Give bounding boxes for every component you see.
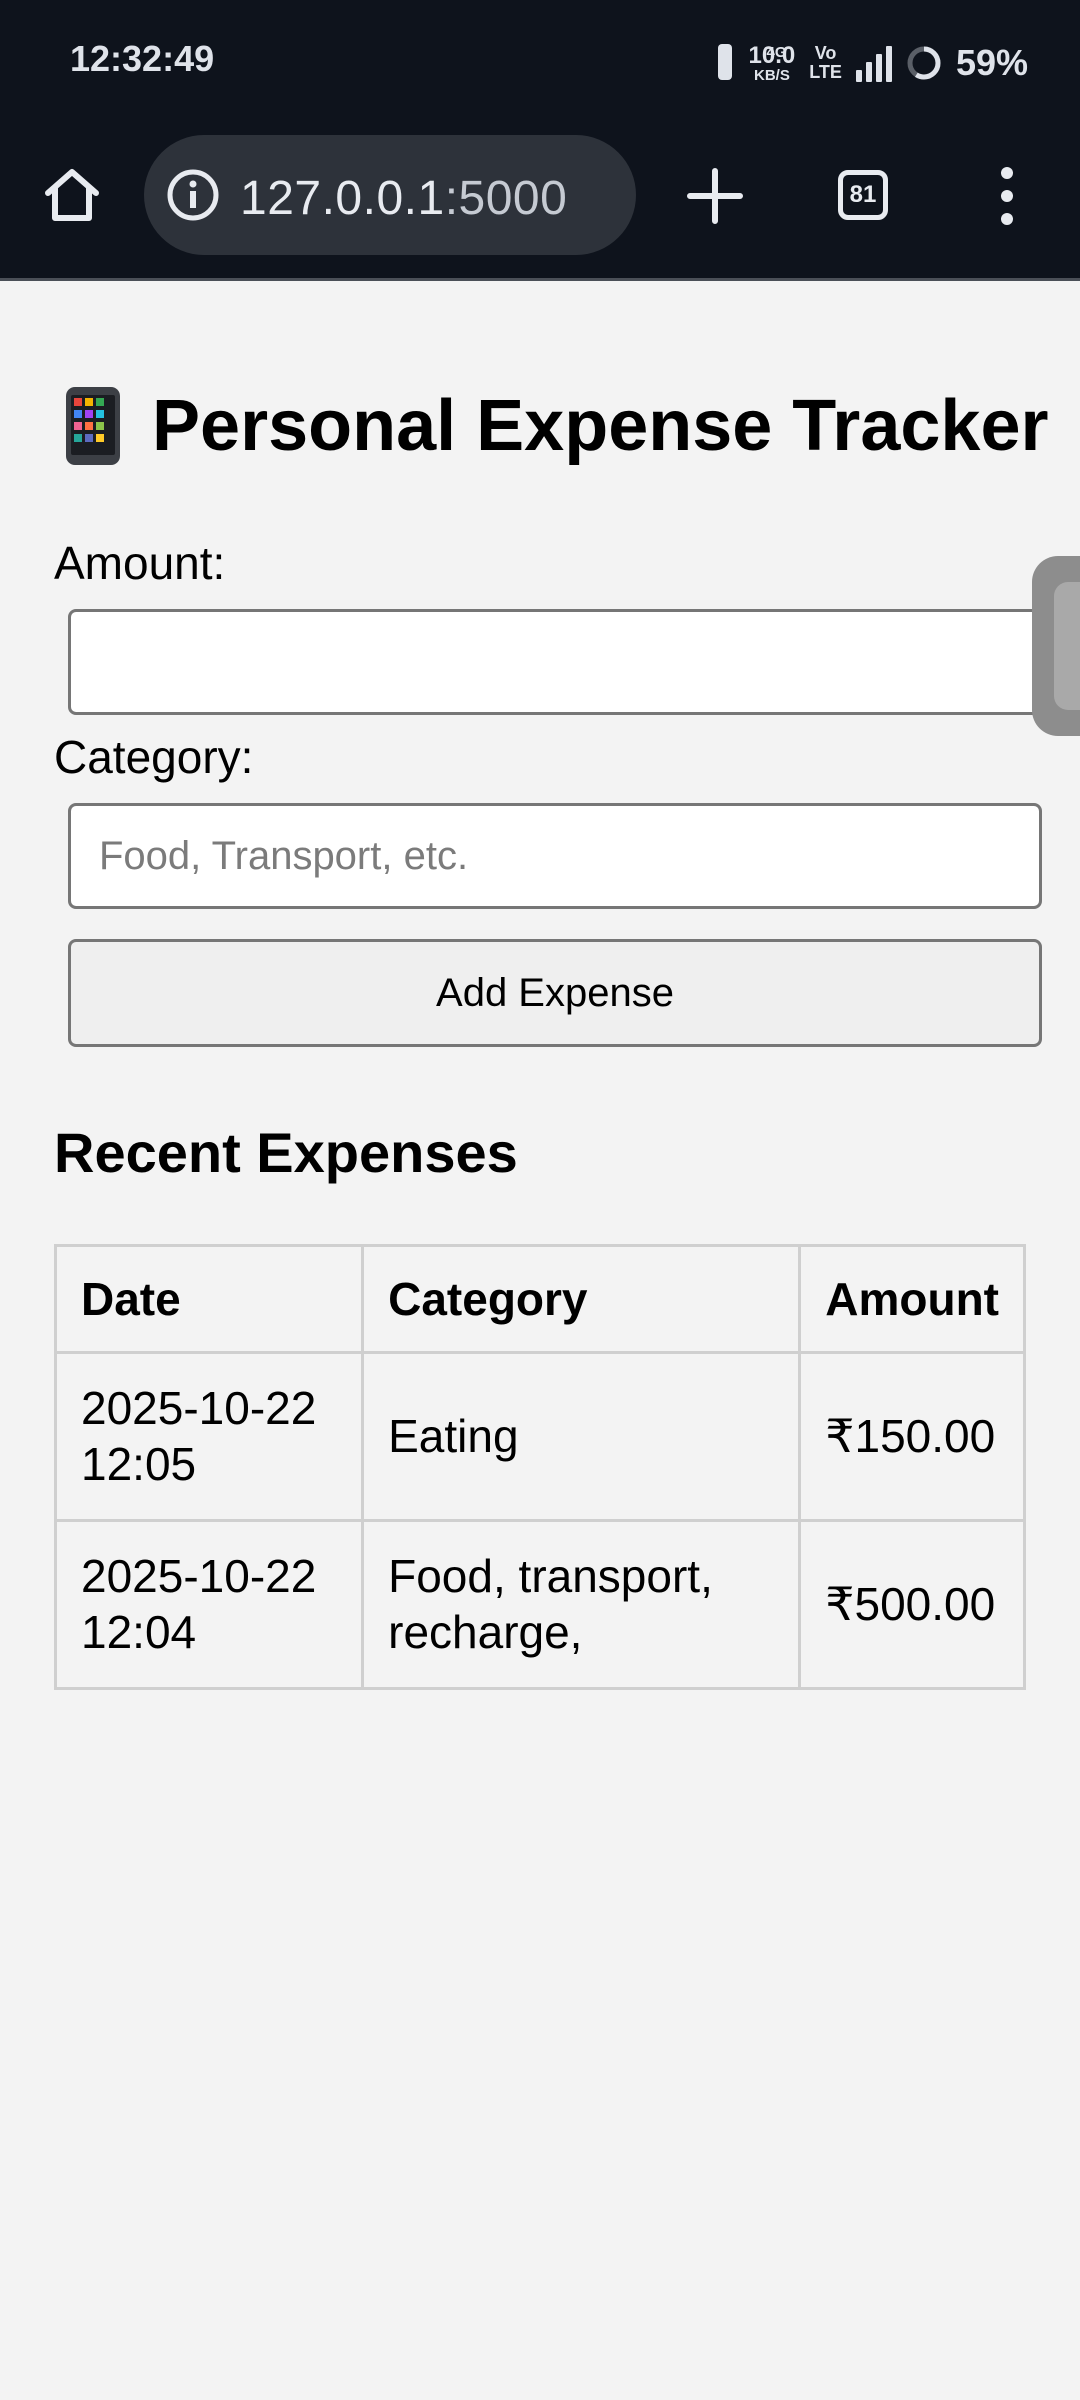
battery-percent: 59% <box>955 42 1028 83</box>
volte-top: Vo <box>814 43 837 64</box>
cell-date: 2025-10-22 12:04 <box>53 1519 365 1690</box>
volte-indicator: Vo LTE <box>809 44 842 82</box>
address-bar[interactable]: 127.0.0.1:5000 <box>144 135 636 255</box>
tab-switcher-button[interactable]: 81 <box>838 170 888 220</box>
table-row: 2025-10-22 12:04 Food, transport, rechar… <box>53 1519 1026 1690</box>
column-header-category: Category <box>361 1244 802 1354</box>
status-bar: 12:32:49 10.0 KB/S Vo LTE 4G 59% <box>0 0 1080 125</box>
info-icon[interactable] <box>166 168 220 222</box>
volte-bottom: LTE <box>809 62 842 82</box>
category-label: Category: <box>54 731 254 783</box>
url-host: 127.0.0.1 <box>240 172 445 225</box>
add-expense-button[interactable]: Add Expense <box>68 939 1042 1047</box>
column-header-date: Date <box>53 1244 365 1354</box>
more-vert-icon[interactable] <box>996 163 1018 229</box>
url-port: :5000 <box>444 172 568 225</box>
battery-icon <box>907 46 941 80</box>
edge-panel-handle[interactable] <box>1032 556 1080 736</box>
table-header-row: Date Category Amount <box>53 1244 1026 1354</box>
page-title-text: Personal Expense Tracker <box>152 386 1049 466</box>
status-icons: 10.0 KB/S Vo LTE 4G 59% <box>713 36 1028 90</box>
amount-label: Amount: <box>54 537 226 589</box>
home-icon[interactable] <box>40 163 104 227</box>
cell-date: 2025-10-22 12:05 <box>53 1351 365 1522</box>
url-text[interactable]: 127.0.0.1:5000 <box>240 171 567 226</box>
cell-amount: ₹150.00 <box>798 1351 1026 1522</box>
network-type: 4G <box>766 44 787 61</box>
mobile-phone-icon <box>66 387 120 465</box>
column-header-amount: Amount <box>798 1244 1026 1354</box>
cell-category: Eating <box>361 1351 802 1522</box>
amount-input[interactable] <box>68 609 1042 715</box>
category-input[interactable] <box>68 803 1042 909</box>
net-speed-unit: KB/S <box>753 66 790 84</box>
vibrate-icon <box>713 44 735 82</box>
browser-toolbar: 127.0.0.1:5000 81 <box>0 125 1080 281</box>
cell-category: Food, transport, recharge, <box>361 1519 802 1690</box>
cell-amount: ₹500.00 <box>798 1519 1026 1690</box>
expenses-table: Date Category Amount 2025-10-22 12:05 Ea… <box>53 1244 1026 1690</box>
new-tab-plus-icon[interactable] <box>682 163 748 229</box>
page-title: Personal Expense Tracker <box>62 385 1049 467</box>
table-row: 2025-10-22 12:05 Eating ₹150.00 <box>53 1351 1026 1522</box>
recent-expenses-heading: Recent Expenses <box>54 1121 518 1184</box>
signal-icon: 4G <box>767 44 892 82</box>
status-time: 12:32:49 <box>70 38 215 79</box>
